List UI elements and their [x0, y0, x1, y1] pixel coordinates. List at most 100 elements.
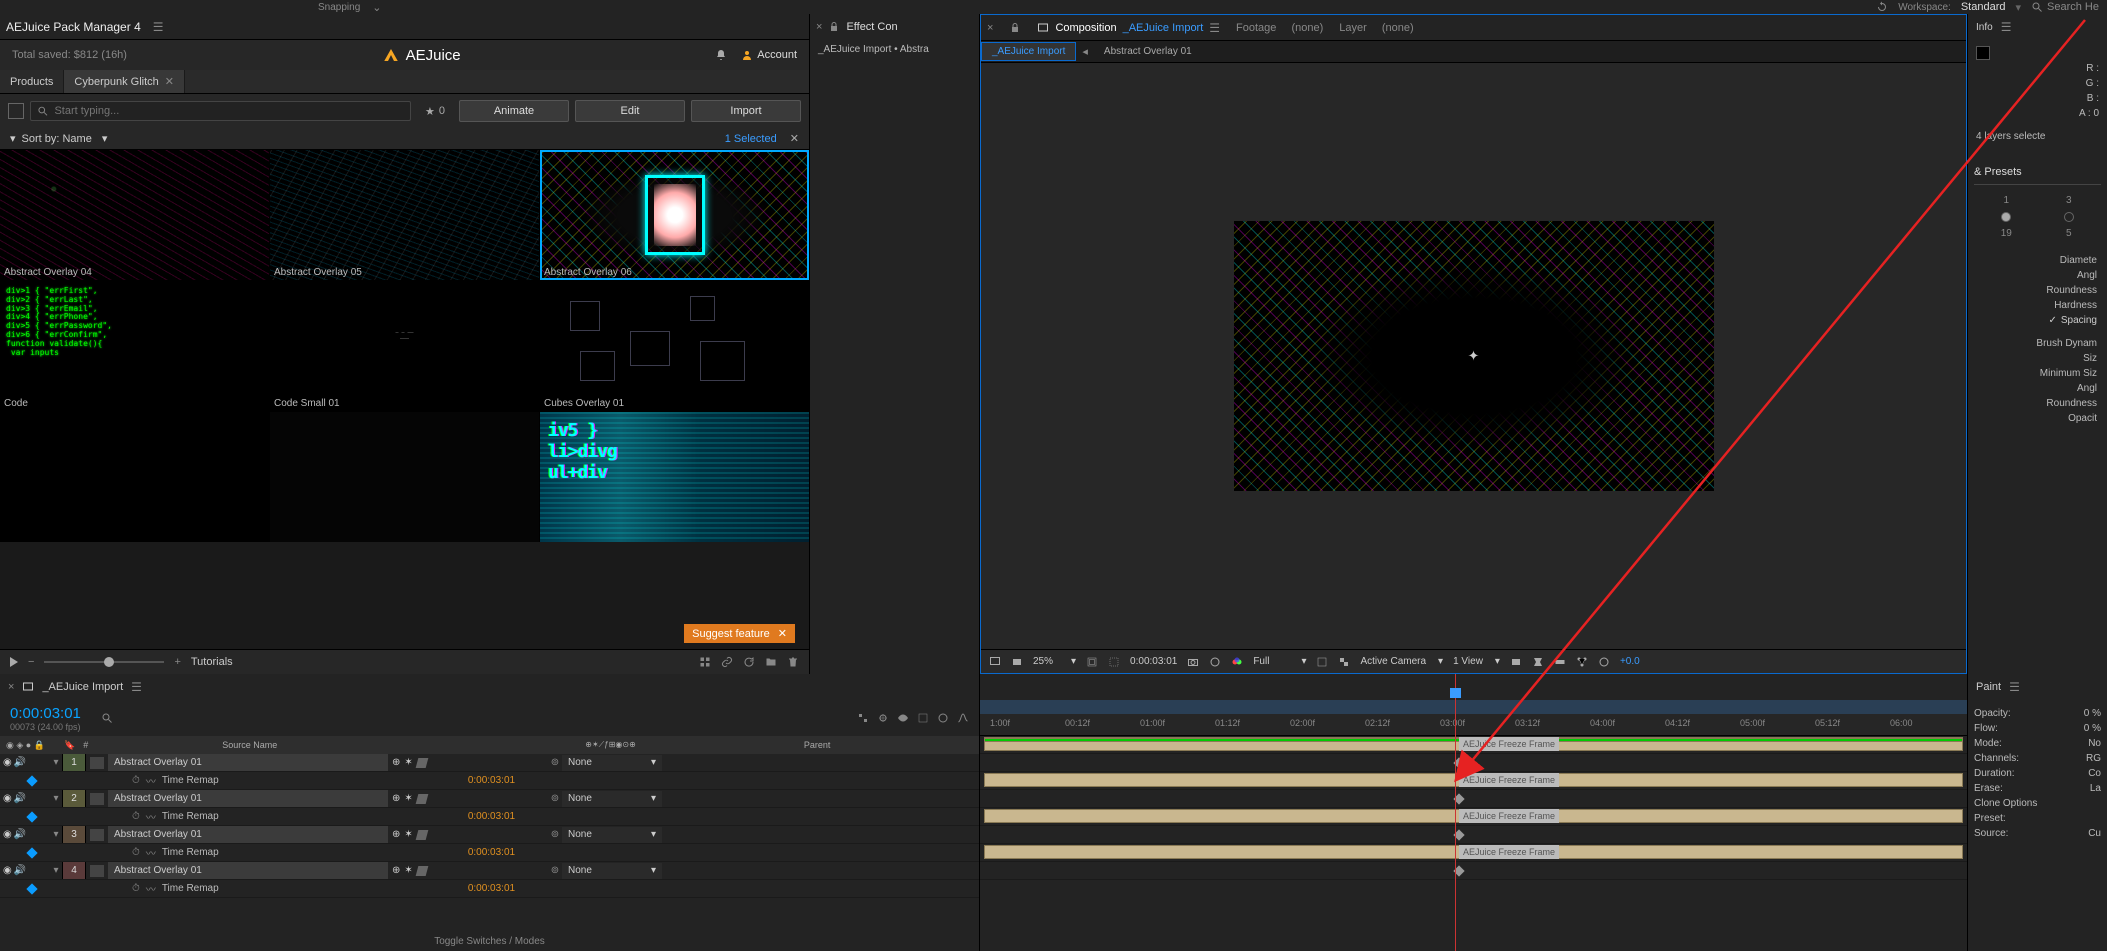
view-dropdown[interactable]: 1 View▾ — [1453, 656, 1500, 667]
audio-icon[interactable]: 🔊 — [14, 829, 26, 840]
panel-menu-icon[interactable]: ☰ — [2009, 680, 2020, 694]
close-icon[interactable]: × — [816, 21, 822, 33]
property-value[interactable]: 0:00:03:01 — [468, 811, 515, 822]
grid-icon[interactable] — [1011, 656, 1023, 668]
camera-dropdown[interactable]: Active Camera▾ — [1360, 656, 1443, 667]
stopwatch-icon[interactable]: ⏱ — [132, 811, 140, 822]
property-row[interactable]: ⏱ 〰 Time Remap 0:00:03:01 — [0, 808, 979, 826]
twirl-icon[interactable]: ▾ — [50, 757, 62, 768]
layer-marker[interactable]: AEJuice Freeze Frame — [1459, 737, 1559, 751]
stopwatch-icon[interactable]: ⏱ — [132, 775, 140, 786]
property-value[interactable]: 0:00:03:01 — [468, 847, 515, 858]
channel-icon[interactable] — [1231, 656, 1243, 668]
layer-bar-row[interactable]: AEJuice Freeze Frame — [980, 772, 1967, 790]
exposure-value[interactable]: +0.0 — [1620, 656, 1640, 667]
close-icon[interactable]: ✕ — [778, 627, 787, 640]
lock-icon[interactable] — [828, 21, 840, 33]
work-area[interactable] — [980, 700, 1967, 714]
workspace-value[interactable]: Standard — [1961, 1, 2006, 13]
panel-menu-icon[interactable]: ☰ — [131, 680, 142, 694]
reset-exposure-icon[interactable] — [1598, 656, 1610, 668]
stopwatch-icon[interactable]: ⏱ — [132, 883, 140, 894]
audio-icon[interactable]: 🔊 — [14, 757, 26, 768]
property-row[interactable]: ⏱ 〰 Time Remap 0:00:03:01 — [0, 844, 979, 862]
layer-marker[interactable]: AEJuice Freeze Frame — [1459, 773, 1559, 787]
graph-editor-icon[interactable] — [957, 712, 969, 724]
graph-icon[interactable]: 〰 — [146, 881, 156, 896]
comp-breadcrumb[interactable]: _AEJuice Import — [981, 42, 1076, 61]
layer-switches[interactable]: ⊕✶ — [388, 757, 548, 768]
property-row[interactable]: ⏱ 〰 Time Remap 0:00:03:01 — [0, 772, 979, 790]
paint-property[interactable]: Mode:No — [1974, 736, 2101, 751]
collapse-icon[interactable] — [8, 103, 24, 119]
motion-blur-icon[interactable] — [937, 712, 949, 724]
brush-tip-grid[interactable]: 1 3 19 5 — [1974, 191, 2101, 243]
layer-marker[interactable]: AEJuice Freeze Frame — [1459, 809, 1559, 823]
time-ruler[interactable]: 1:00f00:12f01:00f01:12f02:00f02:12f03:00… — [980, 700, 1967, 736]
playhead[interactable] — [1455, 674, 1456, 951]
asset-cell[interactable]: — — —————Code Small 01 — [270, 281, 539, 411]
property-value[interactable]: 0:00:03:01 — [468, 775, 515, 786]
twirl-icon[interactable]: ▾ — [50, 793, 62, 804]
asset-cell[interactable]: Abstract Overlay 04 — [0, 150, 269, 280]
asset-search[interactable] — [30, 101, 411, 121]
panel-menu-icon[interactable]: ☰ — [2001, 20, 2012, 34]
asset-cell[interactable] — [270, 412, 539, 542]
current-timecode[interactable]: 0:00:03:01 — [10, 705, 81, 722]
parent-pickwhip-icon[interactable]: ⊚ — [548, 865, 562, 876]
fast-preview-icon[interactable] — [1532, 656, 1544, 668]
frame-blend-icon[interactable] — [917, 712, 929, 724]
layer-switches[interactable]: ⊕✶ — [388, 829, 548, 840]
animate-button[interactable]: Animate — [459, 100, 569, 122]
pixel-aspect-icon[interactable] — [1510, 656, 1522, 668]
prop-angle[interactable]: Angl — [1974, 268, 2101, 283]
graph-icon[interactable]: 〰 — [146, 809, 156, 824]
account-link[interactable]: Account — [741, 49, 797, 61]
keyframe-icon[interactable] — [26, 847, 37, 858]
layer-row[interactable]: ◉🔊 ▾ 3 Abstract Overlay 01 ⊕✶ ⊚ None▾ — [0, 826, 979, 844]
keyframe-icon[interactable] — [26, 811, 37, 822]
paint-property[interactable]: Source:Cu — [1974, 826, 2101, 841]
pack-tab[interactable]: Cyberpunk Glitch ✕ — [64, 70, 185, 93]
footage-tab[interactable]: Footage (none) — [1236, 22, 1323, 34]
presets-title[interactable]: & Presets — [1974, 166, 2101, 178]
prop-size[interactable]: Siz — [1974, 351, 2101, 366]
refresh-icon[interactable] — [743, 656, 755, 668]
close-icon[interactable]: ✕ — [165, 75, 174, 88]
roi-icon[interactable] — [1316, 656, 1328, 668]
sort-dropdown[interactable]: ▾ Sort by: Name ▾ — [10, 132, 107, 145]
effect-controls-tab[interactable]: × Effect Con — [810, 14, 979, 40]
timeline-icon[interactable] — [1554, 656, 1566, 668]
prop-diameter[interactable]: Diamete — [1974, 253, 2101, 268]
workspace-chevron-icon[interactable]: ▾ — [2015, 1, 2021, 14]
link-icon[interactable] — [721, 656, 733, 668]
asset-cell[interactable]: div>1 { "errFirst",div>2 { "errLast",div… — [0, 281, 269, 411]
aejuice-logo[interactable]: AEJuice — [382, 46, 461, 64]
paint-property[interactable]: Opacity:0 % — [1974, 706, 2101, 721]
twirl-icon[interactable]: ▾ — [50, 865, 62, 876]
favorites-filter[interactable]: ★ 0 — [417, 105, 453, 118]
visibility-icon[interactable]: ◉ — [3, 793, 12, 804]
import-button[interactable]: Import — [691, 100, 801, 122]
prop-hardness[interactable]: Hardness — [1974, 298, 2101, 313]
zoom-out-icon[interactable]: − — [28, 656, 34, 668]
paint-property[interactable]: Duration:Co — [1974, 766, 2101, 781]
brush-tip[interactable] — [2064, 212, 2074, 222]
layer-bar-row[interactable]: AEJuice Freeze Frame — [980, 844, 1967, 862]
layer-row[interactable]: ◉🔊 ▾ 4 Abstract Overlay 01 ⊕✶ ⊚ None▾ — [0, 862, 979, 880]
zoom-dropdown[interactable]: 25%▾ — [1033, 656, 1076, 667]
parent-pickwhip-icon[interactable]: ⊚ — [548, 829, 562, 840]
tutorials-link[interactable]: Tutorials — [191, 656, 233, 668]
toggle-switches-button[interactable]: Toggle Switches / Modes — [0, 932, 979, 951]
layer-tab[interactable]: Layer (none) — [1339, 22, 1413, 34]
asset-cell-selected[interactable]: Abstract Overlay 06 — [540, 150, 809, 280]
resolution-dropdown[interactable]: Full▾ — [1253, 656, 1306, 667]
transparency-icon[interactable] — [1338, 656, 1350, 668]
comp-name-link[interactable]: _AEJuice Import — [1123, 22, 1204, 34]
comp-mini-flowchart-icon[interactable] — [857, 712, 869, 724]
prop-spacing-check[interactable]: ✓Spacing — [1974, 313, 2101, 328]
zoom-in-icon[interactable]: + — [174, 656, 180, 668]
twirl-icon[interactable]: ▾ — [50, 829, 62, 840]
paint-property[interactable]: Channels:RG — [1974, 751, 2101, 766]
snapshot-icon[interactable] — [1187, 656, 1199, 668]
